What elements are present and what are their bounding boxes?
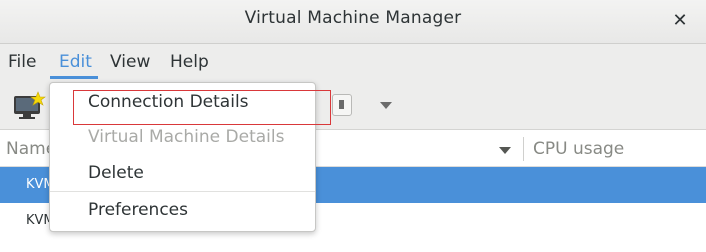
window-title: Virtual Machine Manager: [244, 8, 462, 28]
menu-item-preferences[interactable]: Preferences: [88, 200, 188, 220]
menu-file[interactable]: File: [8, 52, 36, 72]
edit-menu-dropdown: Connection Details Virtual Machine Detai…: [49, 82, 316, 232]
new-vm-icon[interactable]: [13, 91, 47, 121]
sort-dropdown-icon[interactable]: [499, 147, 511, 154]
menu-edit[interactable]: Edit: [59, 52, 92, 72]
menu-help[interactable]: Help: [170, 52, 209, 72]
menu-separator: [50, 191, 315, 192]
close-button[interactable]: ✕: [668, 9, 692, 33]
column-header-cpu-usage[interactable]: CPU usage: [533, 139, 624, 159]
menu-item-connection-details[interactable]: Connection Details: [88, 92, 249, 112]
menu-view[interactable]: View: [110, 52, 150, 72]
menu-item-virtual-machine-details: Virtual Machine Details: [88, 127, 285, 147]
menu-item-delete[interactable]: Delete: [88, 163, 144, 183]
menu-edit-active-indicator: [50, 76, 98, 79]
column-divider[interactable]: [523, 137, 524, 161]
chevron-down-icon[interactable]: [380, 102, 392, 109]
stop-square-icon[interactable]: [332, 94, 352, 116]
menubar: File Edit View Help: [0, 44, 706, 80]
window-titlebar: Virtual Machine Manager ✕: [0, 0, 706, 44]
